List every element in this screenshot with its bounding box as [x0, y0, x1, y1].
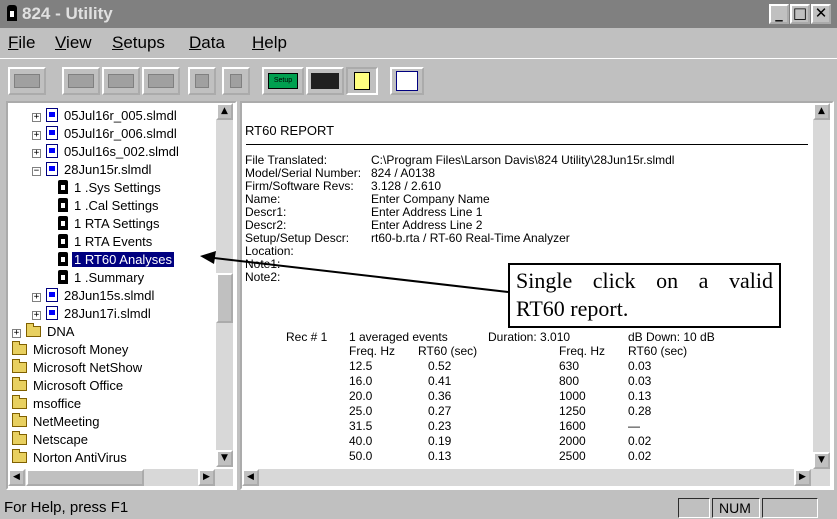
callout-word: click: [592, 268, 636, 293]
callout-line-1: Single click on a valid: [516, 267, 773, 295]
callout-word: Single: [516, 268, 573, 293]
num-lock-indicator: NUM: [712, 498, 760, 518]
instruction-callout: Single click on a valid RT60 report.: [508, 263, 781, 328]
status-help-text: For Help, press F1: [4, 499, 129, 516]
annotation-arrow: [200, 251, 509, 293]
callout-word: a: [698, 268, 709, 293]
status-bar: For Help, press F1 NUM: [0, 496, 837, 519]
status-pane: [762, 498, 818, 518]
status-pane: [678, 498, 710, 518]
callout-word: valid: [728, 268, 773, 293]
callout-line-2: RT60 report.: [516, 296, 629, 321]
callout-word: on: [656, 268, 679, 293]
